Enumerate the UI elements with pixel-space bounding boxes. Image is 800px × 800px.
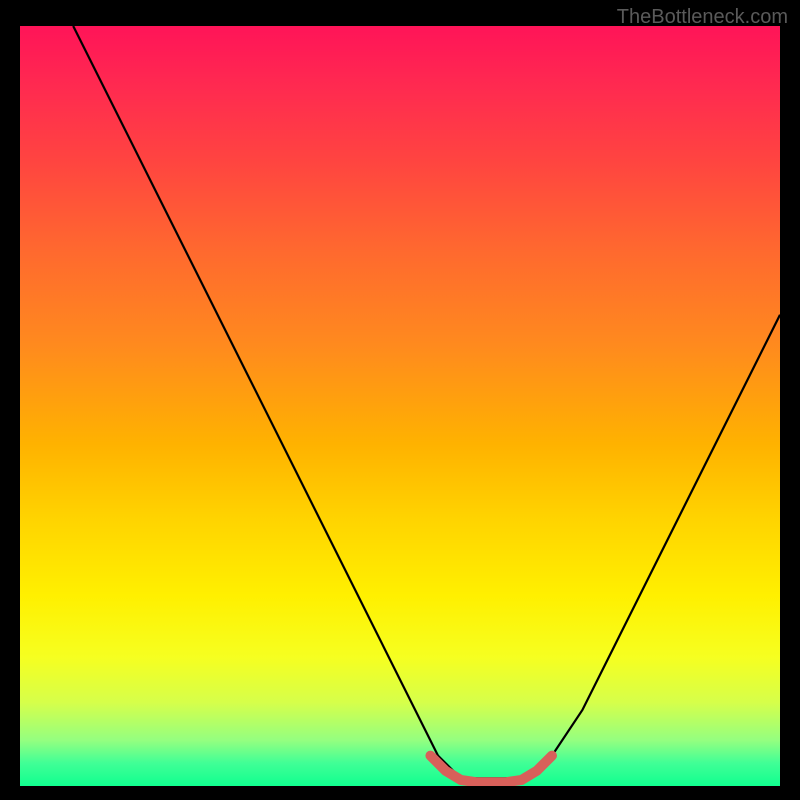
- curve-line: [73, 26, 780, 778]
- watermark-label: TheBottleneck.com: [617, 6, 788, 29]
- optimum-marker: [430, 756, 552, 783]
- plot-area: [20, 26, 780, 786]
- chart-canvas: [20, 26, 780, 786]
